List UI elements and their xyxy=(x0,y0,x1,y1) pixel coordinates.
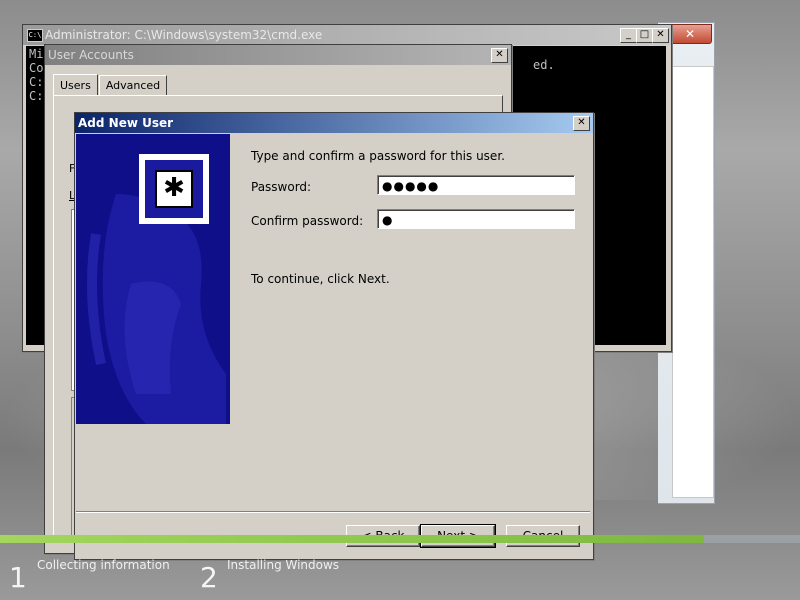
step-number: 2 xyxy=(200,561,218,594)
cmd-titlebar[interactable]: C:\ Administrator: C:\Windows\system32\c… xyxy=(23,25,671,45)
setup-progress-bar xyxy=(0,535,800,543)
divider xyxy=(76,511,590,513)
step-number: 1 xyxy=(9,561,27,594)
user-accounts-logo: ✱ xyxy=(139,154,209,224)
wizard-side-image: ✱ xyxy=(76,134,230,424)
tab-users[interactable]: Users xyxy=(53,74,98,96)
step-label: Installing Windows xyxy=(227,558,340,572)
background-window-close-button[interactable]: ✕ xyxy=(668,24,712,44)
password-field[interactable]: ●●●●● xyxy=(377,175,575,195)
console-fragment: ed. xyxy=(533,58,555,72)
cmd-title: Administrator: C:\Windows\system32\cmd.e… xyxy=(45,28,323,42)
add-new-user-dialog: Add New User ✕ ✱ Type and confirm a pass… xyxy=(74,112,594,560)
tab-advanced[interactable]: Advanced xyxy=(98,75,168,95)
close-icon[interactable]: ✕ xyxy=(491,48,508,63)
background-window-content xyxy=(672,66,714,498)
user-accounts-titlebar[interactable]: User Accounts ✕ xyxy=(45,45,511,65)
user-accounts-title: User Accounts xyxy=(48,48,134,62)
close-icon[interactable]: ✕ xyxy=(652,28,669,43)
confirm-password-field[interactable]: ● xyxy=(377,209,575,229)
key-icon: ✱ xyxy=(155,170,193,208)
continue-text: To continue, click Next. xyxy=(251,272,390,286)
setup-steps: 1 Collecting information 2 Installing Wi… xyxy=(0,543,800,600)
cmd-icon: C:\ xyxy=(27,29,43,42)
minimize-icon[interactable]: _ xyxy=(620,28,637,43)
instruction-text: Type and confirm a password for this use… xyxy=(251,149,505,163)
close-icon[interactable]: ✕ xyxy=(573,116,590,131)
tab-strip: Users Advanced xyxy=(53,73,168,96)
maximize-icon[interactable]: □ xyxy=(636,28,653,43)
password-label: Password: xyxy=(251,180,312,194)
dialog-titlebar[interactable]: Add New User ✕ xyxy=(75,113,593,133)
step-label: Collecting information xyxy=(37,558,170,572)
confirm-password-label: Confirm password: xyxy=(251,214,364,228)
dialog-title: Add New User xyxy=(78,116,174,130)
